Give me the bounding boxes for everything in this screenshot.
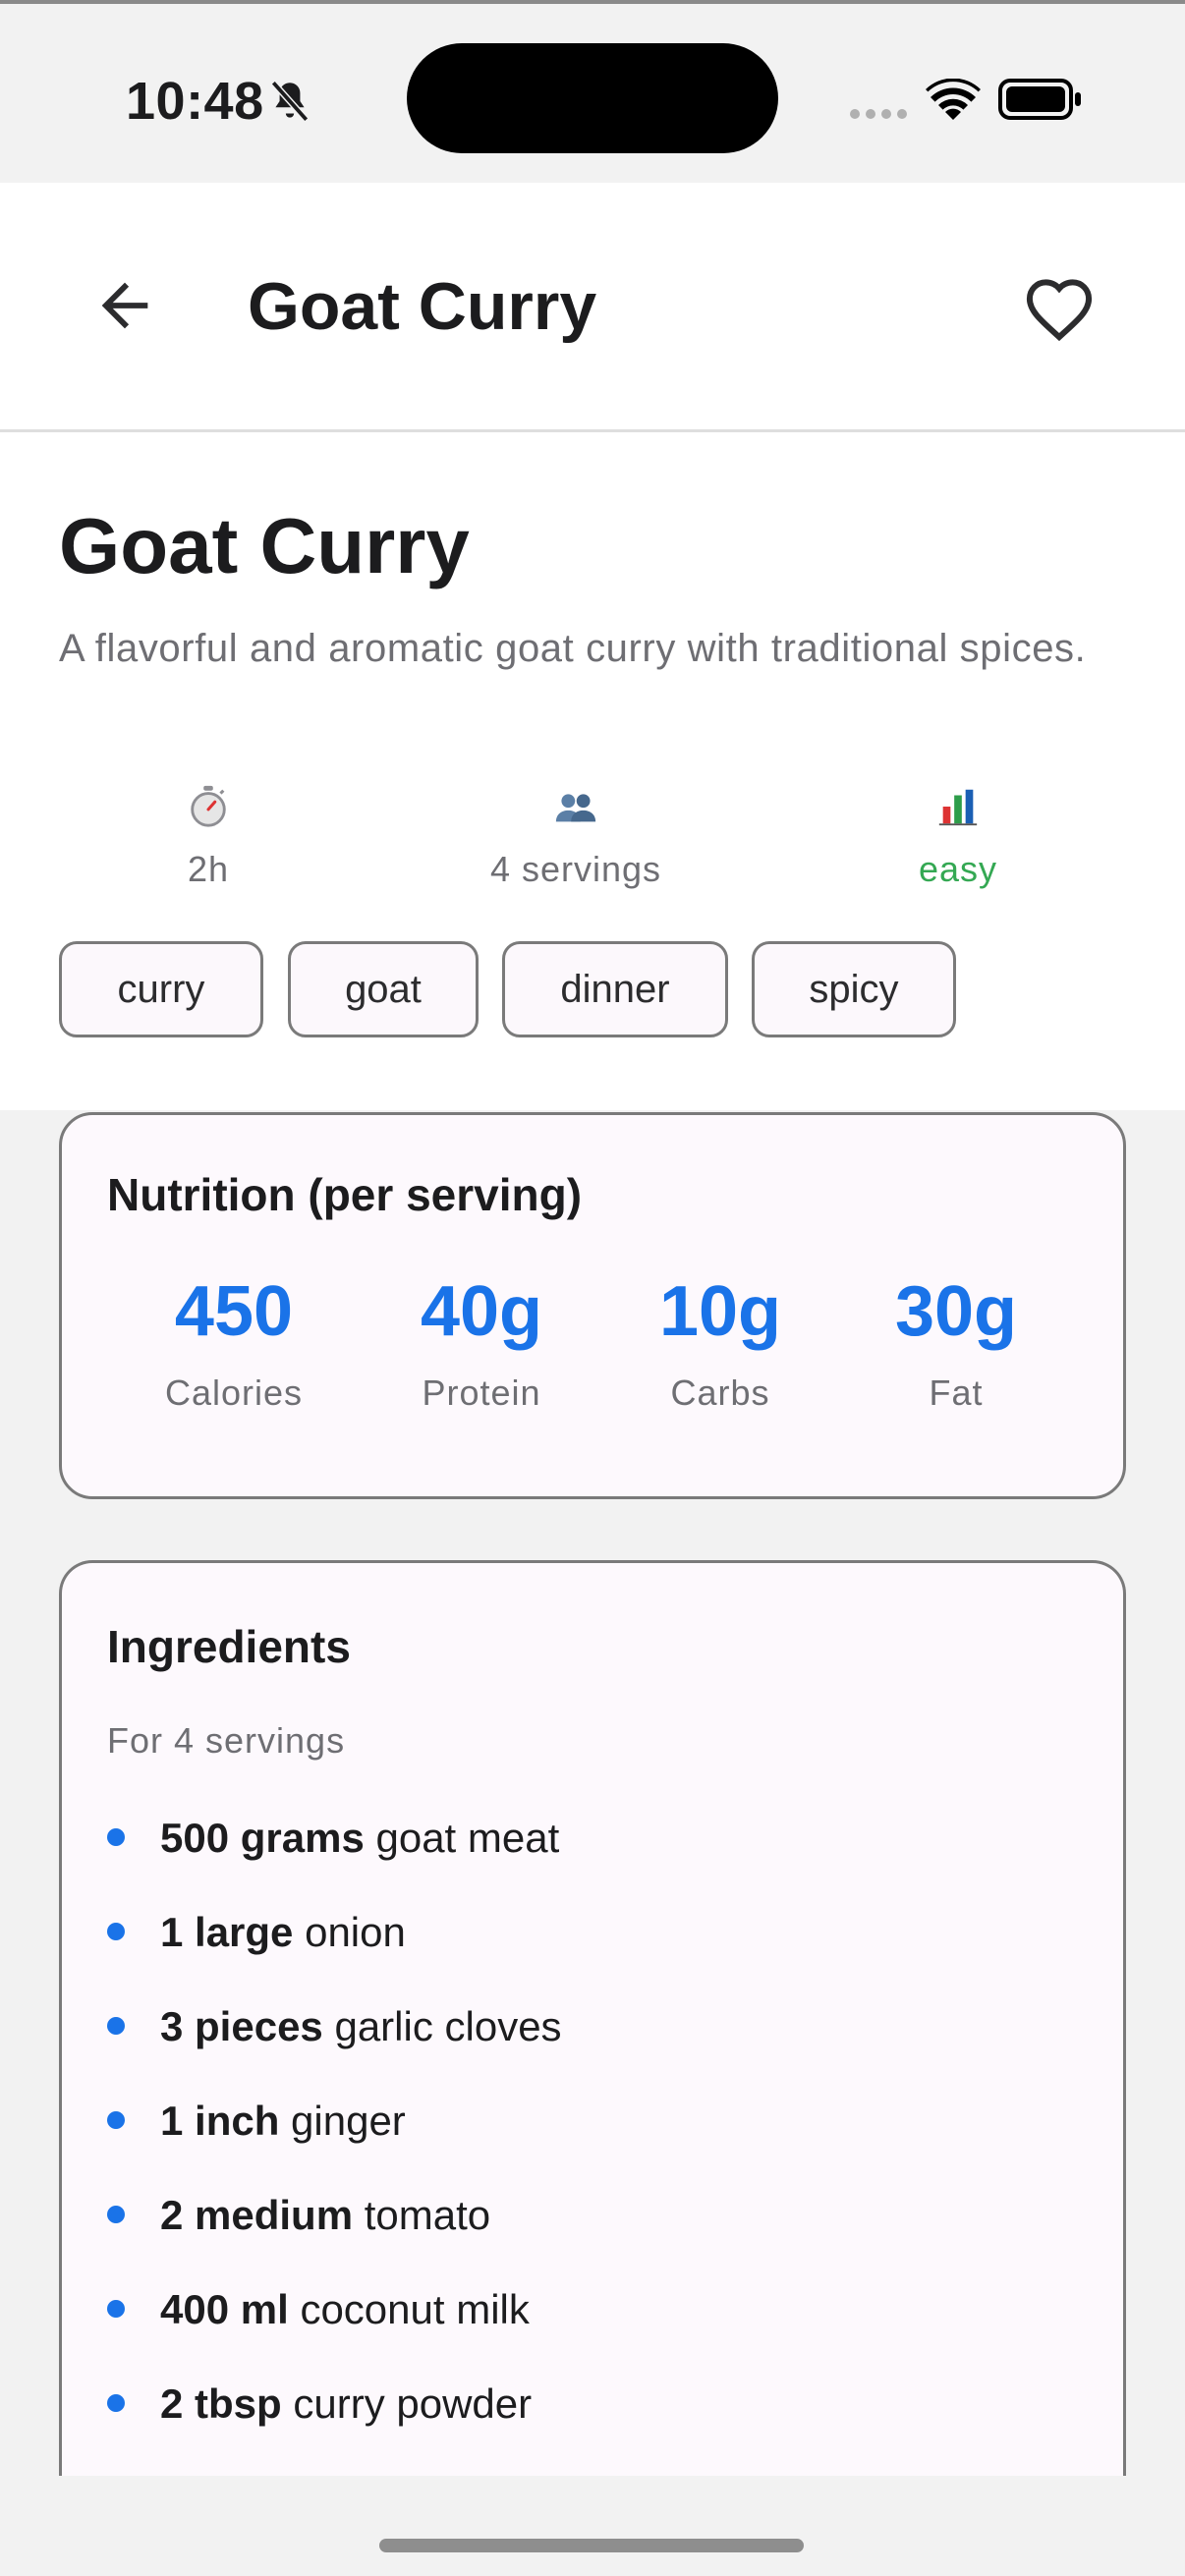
ingredient-quantity: 3 pieces: [160, 2003, 323, 2049]
meta-servings: 4 servings: [428, 784, 723, 890]
people-icon: [555, 794, 596, 822]
cellular-signal-icon: [850, 109, 907, 119]
nutrition-label: Protein: [422, 1372, 541, 1413]
nutrition-label: Calories: [164, 1372, 304, 1413]
ingredient-item: 2 medium tomato: [107, 2186, 1070, 2280]
ingredient-name: goat meat: [375, 1815, 560, 1861]
ingredients-servings-note: For 4 servings: [107, 1720, 346, 1761]
ingredient-quantity: 400 ml: [160, 2286, 289, 2332]
meta-servings-text: 4 servings: [489, 849, 662, 889]
nutrition-calories: 450 Calories: [116, 1272, 352, 1414]
ingredient-quantity: 500 grams: [160, 1815, 365, 1861]
nutrition-fat: 30g Fat: [838, 1272, 1074, 1414]
battery-icon: [998, 79, 1081, 120]
recipe-title: Goat Curry: [59, 502, 470, 589]
app-bar-title: Goat Curry: [248, 269, 597, 344]
bullet-dot: [107, 2111, 125, 2129]
bullet-dot: [107, 2300, 125, 2318]
ingredient-item: 1 large onion: [107, 1903, 1070, 1997]
ingredient-quantity: 2 medium: [160, 2192, 354, 2238]
bullet-dot: [107, 2394, 125, 2412]
ingredient-item: 2 tbsp curry powder: [107, 2375, 1070, 2469]
status-time: 10:48: [126, 72, 264, 131]
app-bar: Goat Curry: [0, 183, 1185, 432]
tag-chip[interactable]: dinner: [502, 941, 728, 1037]
meta-difficulty-text: easy: [918, 849, 998, 889]
tag-chip[interactable]: spicy: [752, 941, 956, 1037]
ingredient-quantity: 1 large: [160, 1909, 294, 1955]
back-arrow-icon[interactable]: [90, 271, 159, 340]
bottom-safe-area: [0, 2476, 1185, 2576]
nutrition-value: 10g: [658, 1272, 782, 1351]
ingredient-quantity: 2 tbsp: [160, 2380, 282, 2427]
ingredient-name: onion: [305, 1909, 406, 1955]
ingredient-name: coconut milk: [300, 2286, 530, 2332]
heart-outline-icon[interactable]: [1022, 273, 1097, 342]
meta-time: 2h: [61, 784, 356, 890]
nutrition-carbs: 10g Carbs: [602, 1272, 838, 1414]
ingredient-name: curry powder: [293, 2380, 533, 2427]
home-indicator[interactable]: [379, 2539, 804, 2552]
ingredients-title: Ingredients: [107, 1621, 351, 1672]
bullet-dot: [107, 1923, 125, 1940]
status-bar: 10:48: [0, 0, 1185, 183]
meta-difficulty: easy: [811, 784, 1105, 890]
nutrition-card: Nutrition (per serving) 450 Calories 40g…: [59, 1112, 1126, 1499]
bullet-dot: [107, 2206, 125, 2223]
ingredient-item: 500 grams goat meat: [107, 1809, 1070, 1903]
bullet-dot: [107, 2017, 125, 2035]
nutrition-protein: 40g Protein: [364, 1272, 599, 1414]
bell-slash-icon: [270, 81, 310, 122]
recipe-description: A flavorful and aromatic goat curry with…: [59, 627, 1087, 670]
recipe-header: Goat Curry A flavorful and aromatic goat…: [0, 432, 1185, 1110]
ingredient-name: tomato: [364, 2192, 491, 2238]
ingredient-quantity: 1 inch: [160, 2098, 280, 2144]
meta-time-text: 2h: [187, 849, 230, 889]
bullet-dot: [107, 1828, 125, 1846]
tag-chip[interactable]: curry: [59, 941, 263, 1037]
nutrition-label: Carbs: [670, 1372, 770, 1413]
nutrition-title: Nutrition (per serving): [107, 1169, 583, 1220]
nutrition-value: 450: [174, 1272, 294, 1351]
ingredient-name: garlic cloves: [334, 2003, 562, 2049]
ingredient-item: 3 pieces garlic cloves: [107, 1997, 1070, 2092]
ingredient-item: 1 inch ginger: [107, 2092, 1070, 2186]
ingredient-list: 500 grams goat meat 1 large onion 3 piec…: [107, 1809, 1070, 2469]
nutrition-label: Fat: [929, 1372, 984, 1413]
ingredient-item: 400 ml coconut milk: [107, 2280, 1070, 2375]
stopwatch-icon: [191, 785, 226, 827]
tag-chip[interactable]: goat: [288, 941, 479, 1037]
recipe-meta-row: 2h 4 servings easy: [0, 784, 1185, 902]
nutrition-value: 40g: [420, 1272, 543, 1351]
ingredients-card: Ingredients For 4 servings 500 grams goa…: [59, 1560, 1126, 2543]
nutrition-value: 30g: [894, 1272, 1018, 1351]
wifi-icon: [926, 79, 981, 120]
ingredient-name: ginger: [291, 2098, 406, 2144]
dynamic-island: [407, 43, 778, 153]
bar-chart-icon: [938, 787, 978, 826]
